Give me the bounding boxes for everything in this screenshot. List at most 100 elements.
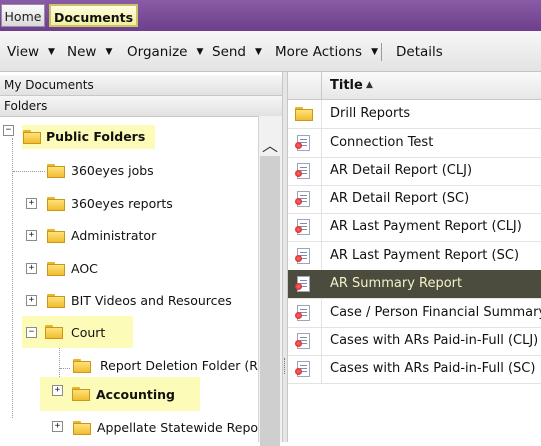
list-item[interactable]: Cases with ARs Paid-in-Full (SC) (288, 355, 541, 384)
list-item[interactable]: AR Detail Report (CLJ) (288, 157, 541, 186)
sort-ascending-icon: ▲ (366, 80, 373, 90)
report-icon (295, 361, 310, 377)
tree-node-public-folders[interactable]: Public Folders (22, 125, 155, 149)
folder-icon (47, 164, 65, 178)
tree-label: Appellate Statewide Reports (97, 420, 258, 435)
expand-icon[interactable]: + (26, 230, 37, 241)
list-item[interactable]: Case / Person Financial Summary (288, 299, 541, 328)
details-button[interactable]: Details (396, 44, 443, 60)
list-header: Title ▲ (288, 72, 541, 100)
top-tab-bar: Home Documents (0, 0, 541, 31)
list-item[interactable]: Drill Reports (288, 100, 541, 129)
folder-icon (47, 197, 65, 211)
folders-header[interactable]: Folders (0, 96, 282, 117)
type-column-header[interactable] (288, 72, 322, 99)
report-icon (295, 276, 310, 292)
tree-label: 360eyes jobs (71, 163, 154, 178)
organize-caret-icon: ▼ (196, 47, 204, 57)
tree-label: Court (71, 325, 106, 340)
collapse-icon[interactable]: − (3, 125, 14, 136)
list-item-title: AR Last Payment Report (CLJ) (330, 219, 522, 234)
organize-menu[interactable]: Organize ▼ (127, 44, 203, 60)
tab-documents[interactable]: Documents (49, 4, 138, 27)
expand-icon[interactable]: + (26, 295, 37, 306)
send-menu[interactable]: Send ▼ (212, 44, 262, 60)
document-list: Title ▲ Drill Reports Connection Test AR… (288, 72, 541, 442)
tree-scrollbar[interactable]: ︿ (258, 116, 282, 446)
organize-label: Organize (127, 44, 188, 60)
list-item-title: AR Detail Report (SC) (330, 191, 470, 206)
list-item-title: Connection Test (330, 135, 434, 150)
report-icon (295, 248, 310, 264)
folder-tree: Public Folders − 360eyes jobs + 360eyes … (0, 116, 258, 442)
list-item[interactable]: Cases with ARs Paid-in-Full (CLJ) (288, 327, 541, 356)
list-item-title: AR Detail Report (CLJ) (330, 163, 473, 178)
tree-label: 360eyes reports (71, 196, 173, 211)
tree-connector (12, 138, 13, 418)
tab-home[interactable]: Home (1, 4, 45, 27)
tree-node-court[interactable]: Court (22, 316, 133, 348)
list-item[interactable]: AR Last Payment Report (CLJ) (288, 213, 541, 242)
list-item[interactable]: AR Last Payment Report (SC) (288, 242, 541, 271)
report-icon (295, 191, 310, 207)
scrollbar-thumb[interactable] (260, 156, 280, 446)
view-label: View (7, 44, 40, 60)
expand-icon[interactable]: + (52, 385, 63, 396)
new-caret-icon: ▼ (105, 47, 113, 57)
folder-icon (73, 359, 91, 373)
list-item-selected[interactable]: AR Summary Report (288, 270, 541, 299)
toolbar: View ▼ New ▼ Organize ▼ Send ▼ More Actions ▼… (0, 31, 541, 72)
report-icon (295, 333, 310, 349)
folder-icon (47, 229, 65, 243)
more-actions-menu[interactable]: More Actions ▼ (275, 44, 378, 60)
more-actions-label: More Actions (275, 44, 363, 60)
collapse-icon[interactable]: − (26, 327, 37, 338)
report-icon (295, 305, 310, 321)
folder-icon (295, 107, 313, 121)
send-label: Send (212, 44, 247, 60)
folder-icon (47, 294, 65, 308)
folder-icon (47, 262, 65, 276)
send-caret-icon: ▼ (255, 47, 262, 57)
toolbar-separator (381, 43, 382, 61)
scroll-up-icon[interactable]: ︿ (262, 132, 278, 156)
tree-connector (60, 368, 70, 369)
folder-icon (23, 130, 41, 144)
report-icon (295, 163, 310, 179)
list-item-title: Cases with ARs Paid-in-Full (SC) (330, 361, 536, 376)
folder-pane: My Documents Folders Public Folders − 36… (0, 72, 282, 446)
report-icon (295, 135, 310, 151)
view-caret-icon: ▼ (48, 47, 55, 57)
list-item-title: AR Last Payment Report (SC) (330, 248, 520, 263)
list-item[interactable]: Connection Test (288, 129, 541, 158)
more-actions-caret-icon: ▼ (371, 47, 378, 57)
list-item[interactable]: AR Detail Report (SC) (288, 185, 541, 214)
tree-node-report-deletion[interactable]: Report Deletion Folder (Re (72, 354, 258, 378)
tree-node-administrator[interactable]: Administrator (46, 224, 246, 248)
tree-node-bit-videos[interactable]: BIT Videos and Resources (46, 289, 256, 313)
tree-label: Report Deletion Folder (Re (100, 358, 258, 373)
tree-connector (13, 171, 45, 172)
tree-node-appellate[interactable]: Appellate Statewide Reports (72, 416, 258, 440)
tree-node-aoc[interactable]: AOC (46, 257, 246, 281)
list-item-title: AR Summary Report (330, 276, 463, 291)
list-item-title: Cases with ARs Paid-in-Full (CLJ) (330, 333, 539, 348)
my-documents-header[interactable]: My Documents (0, 75, 282, 96)
report-icon (295, 219, 310, 235)
new-menu[interactable]: New ▼ (67, 44, 112, 60)
title-column-header[interactable]: Title (330, 78, 363, 93)
expand-icon[interactable]: + (52, 421, 63, 432)
expand-icon[interactable]: + (26, 198, 37, 209)
tree-node-360eyes-jobs[interactable]: 360eyes jobs (46, 159, 246, 183)
list-item-title: Case / Person Financial Summary (330, 305, 541, 320)
folder-icon (73, 421, 91, 435)
list-item-title: Drill Reports (330, 106, 411, 121)
expand-icon[interactable]: + (26, 263, 37, 274)
folder-icon (45, 325, 63, 339)
tree-node-360eyes-reports[interactable]: 360eyes reports (46, 192, 246, 216)
tree-node-accounting[interactable]: Accounting (40, 377, 200, 411)
tree-label: AOC (71, 261, 98, 276)
open-folder-icon (72, 387, 90, 401)
view-menu[interactable]: View ▼ (7, 44, 55, 60)
tree-label: Accounting (96, 387, 175, 402)
